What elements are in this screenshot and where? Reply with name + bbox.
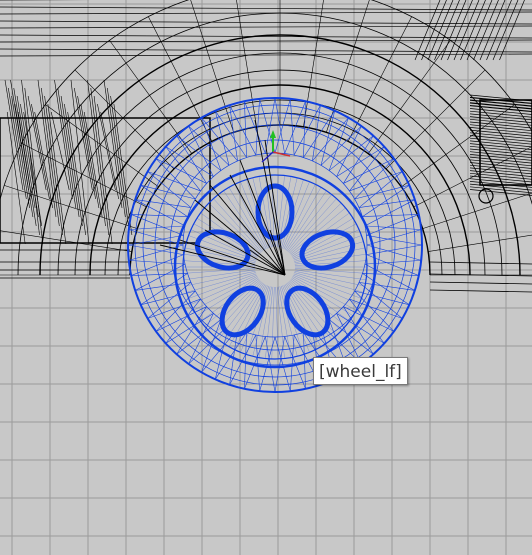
wheel-lf-wireframe[interactable] (127, 97, 423, 393)
wireframe-scene[interactable] (0, 0, 532, 555)
3d-viewport[interactable]: [wheel_lf] (0, 0, 532, 555)
ground-grid (0, 0, 532, 555)
object-name-tooltip: [wheel_lf] (313, 357, 408, 385)
